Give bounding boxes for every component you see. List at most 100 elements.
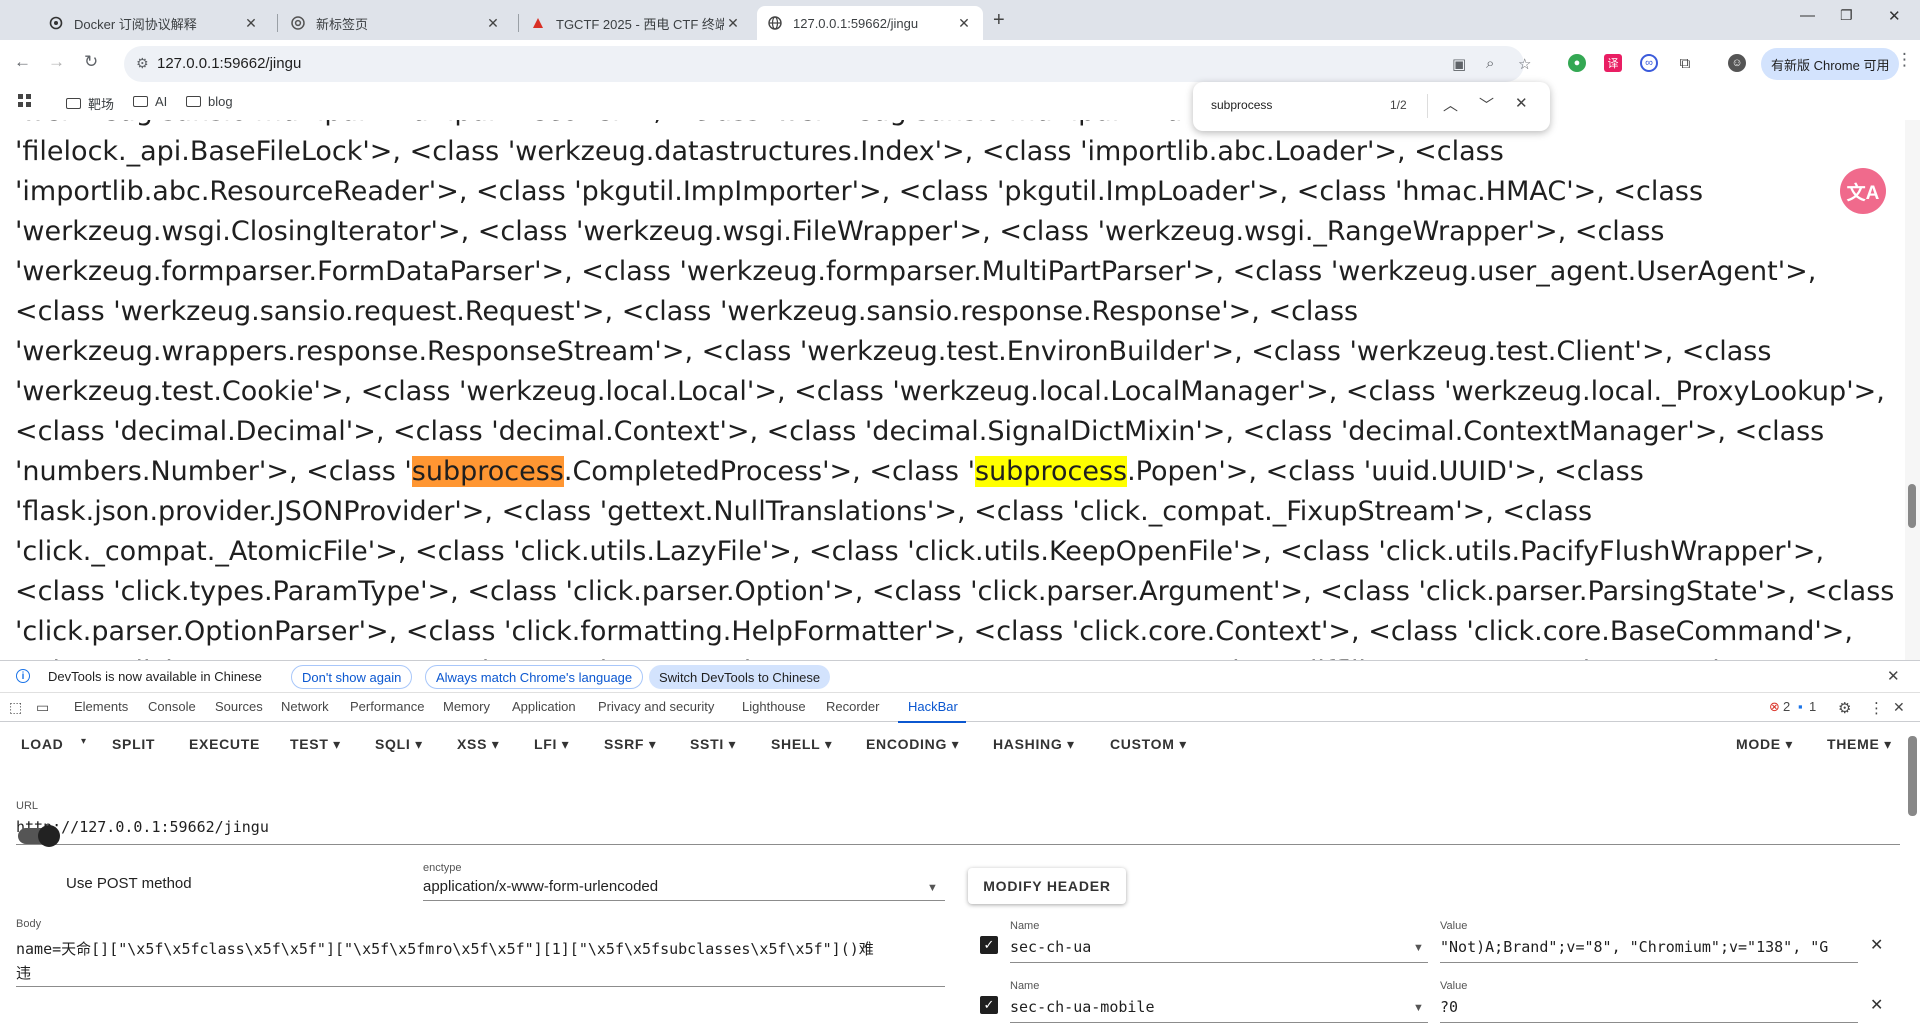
close-icon[interactable]: ✕ — [955, 14, 973, 32]
execute-button[interactable]: EXECUTE — [189, 736, 260, 752]
post-method-toggle[interactable] — [18, 825, 60, 847]
tab-recorder[interactable]: Recorder — [826, 699, 879, 714]
enctype-label: enctype — [423, 862, 462, 874]
body-input-line1[interactable]: name=天命[]["\x5f\x5fclass\x5f\x5f"]["\x5f… — [16, 938, 874, 959]
tab-docker[interactable]: Docker 订阅协议解释 ✕ — [38, 6, 270, 40]
scrollbar-thumb[interactable] — [1908, 484, 1916, 528]
update-chrome-button[interactable]: 有新版 Chrome 可用 — [1761, 48, 1900, 80]
header-enabled-checkbox[interactable]: ✓ — [980, 936, 998, 954]
reload-icon[interactable]: ↻ — [84, 52, 98, 72]
device-toolbar-icon[interactable]: ▭ — [36, 699, 49, 716]
menu-kebab-icon[interactable]: ⋮ — [1896, 50, 1913, 70]
message-icon[interactable]: ▪ — [1798, 699, 1803, 714]
error-icon[interactable]: ⊗ — [1769, 699, 1780, 715]
remove-header-icon[interactable]: ✕ — [1870, 995, 1883, 1015]
new-tab-icon[interactable]: + — [993, 9, 1005, 32]
bookmark-star-icon[interactable]: ☆ — [1518, 55, 1531, 73]
site-info-icon[interactable]: ⚙ — [136, 55, 149, 72]
ssrf-label: SSRF — [604, 736, 645, 752]
tab-console[interactable]: Console — [148, 699, 196, 714]
devtools-menu-icon[interactable]: ⋮ — [1869, 699, 1884, 717]
tab-lighthouse[interactable]: Lighthouse — [742, 699, 806, 714]
theme-menu[interactable]: THEME ▾ — [1827, 736, 1892, 753]
extension-green-icon[interactable]: ● — [1568, 54, 1586, 72]
custom-label: CUSTOM — [1110, 736, 1175, 752]
back-icon[interactable]: ← — [14, 52, 31, 72]
find-prev-icon[interactable]: ︿ — [1443, 94, 1458, 115]
inspect-element-icon[interactable]: ⬚ — [9, 699, 22, 716]
always-match-language-button[interactable]: Always match Chrome's language — [425, 665, 644, 689]
find-next-icon[interactable]: ﹀ — [1479, 94, 1494, 115]
apps-grid-icon[interactable] — [18, 94, 32, 108]
find-input[interactable]: subprocess — [1211, 98, 1272, 112]
tab-privacy-security[interactable]: Privacy and security — [598, 699, 714, 714]
error-count[interactable]: 2 — [1783, 699, 1790, 714]
encoding-menu[interactable]: ENCODING ▾ — [866, 736, 959, 753]
modify-header-button[interactable]: MODIFY HEADER — [968, 868, 1126, 904]
switch-to-chinese-button[interactable]: Switch DevTools to Chinese — [649, 665, 831, 689]
translate-float-icon[interactable]: 文A — [1840, 168, 1886, 214]
split-button[interactable]: SPLIT — [112, 736, 155, 752]
find-close-icon[interactable]: ✕ — [1515, 94, 1528, 112]
shell-menu[interactable]: SHELL ▾ — [771, 736, 832, 753]
bookmark-folder[interactable]: AI — [133, 94, 167, 109]
address-bar[interactable]: ⚙ 127.0.0.1:59662/jingu ▣ ⌕ ☆ — [124, 46, 1531, 82]
enctype-select[interactable]: application/x-www-form-urlencoded — [423, 878, 658, 895]
header-value-input[interactable]: ?0 — [1440, 998, 1458, 1016]
minimize-icon[interactable]: — — [1800, 7, 1815, 24]
profile-avatar[interactable]: ☺ — [1728, 54, 1746, 72]
load-dropdown-icon[interactable]: ▾ — [81, 736, 87, 747]
tab-network[interactable]: Network — [281, 699, 329, 714]
header-name-dropdown-icon[interactable]: ▼ — [1413, 942, 1424, 954]
tab-performance[interactable]: Performance — [350, 699, 424, 714]
sqli-menu[interactable]: SQLI ▾ — [375, 736, 423, 753]
zoom-icon[interactable]: ⌕ — [1486, 55, 1494, 72]
tab-sources[interactable]: Sources — [215, 699, 263, 714]
body-input-line2[interactable]: 违 — [16, 962, 31, 983]
ssrf-menu[interactable]: SSRF ▾ — [604, 736, 656, 753]
tab-jingu[interactable]: 127.0.0.1:59662/jingu ✕ — [757, 6, 983, 40]
tab-memory[interactable]: Memory — [443, 699, 490, 714]
devtools-close-icon[interactable]: ✕ — [1893, 699, 1905, 716]
tab-hackbar[interactable]: HackBar — [908, 699, 958, 714]
restore-icon[interactable]: ❐ — [1840, 7, 1853, 24]
close-window-icon[interactable]: ✕ — [1888, 7, 1901, 25]
find-in-page-icon[interactable]: ▣ — [1452, 55, 1466, 73]
tab-application[interactable]: Application — [512, 699, 576, 714]
extensions-puzzle-icon[interactable]: ⧉ — [1676, 54, 1694, 72]
settings-gear-icon[interactable]: ⚙ — [1838, 699, 1851, 717]
header-name-input[interactable]: sec-ch-ua — [1010, 938, 1091, 956]
bookmark-folder[interactable]: 靶场 — [66, 94, 114, 113]
tab-tgctf[interactable]: TGCTF 2025 - 西电 CTF 终端 ✕ — [520, 6, 752, 40]
tab-elements[interactable]: Elements — [74, 699, 128, 714]
tab-newtab[interactable]: 新标签页 ✕ — [280, 6, 512, 40]
hashing-menu[interactable]: HASHING ▾ — [993, 736, 1075, 753]
message-count[interactable]: 1 — [1809, 699, 1816, 714]
forward-icon[interactable]: → — [48, 52, 65, 72]
custom-menu[interactable]: CUSTOM ▾ — [1110, 736, 1187, 753]
enctype-dropdown-icon[interactable]: ▼ — [927, 882, 938, 894]
header-name-input[interactable]: sec-ch-ua-mobile — [1010, 998, 1155, 1016]
address-url[interactable]: 127.0.0.1:59662/jingu — [157, 55, 301, 72]
ssti-menu[interactable]: SSTI ▾ — [690, 736, 736, 753]
header-name-dropdown-icon[interactable]: ▼ — [1413, 1002, 1424, 1014]
notice-close-icon[interactable]: ✕ — [1887, 667, 1900, 685]
remove-header-icon[interactable]: ✕ — [1870, 935, 1883, 955]
load-button[interactable]: LOAD — [21, 736, 63, 752]
test-menu[interactable]: TEST ▾ — [290, 736, 341, 753]
close-icon[interactable]: ✕ — [724, 14, 742, 32]
close-icon[interactable]: ✕ — [242, 14, 260, 32]
bookmark-folder[interactable]: blog — [186, 94, 233, 109]
header-value-input[interactable]: "Not)A;Brand";v="8", "Chromium";v="138",… — [1440, 938, 1858, 956]
devtools-scrollbar[interactable] — [1908, 736, 1917, 816]
header-enabled-checkbox[interactable]: ✓ — [980, 996, 998, 1014]
find-bar: subprocess 1/2 ︿ ﹀ ✕ — [1193, 82, 1550, 131]
dont-show-again-button[interactable]: Don't show again — [291, 665, 413, 689]
xss-menu[interactable]: XSS ▾ — [457, 736, 499, 753]
mode-menu[interactable]: MODE ▾ — [1736, 736, 1793, 753]
extension-translate-icon[interactable]: 译 — [1604, 54, 1622, 72]
extension-hackbar-icon[interactable]: ∞ — [1640, 54, 1658, 72]
close-icon[interactable]: ✕ — [484, 14, 502, 32]
page-scrollbar[interactable] — [1905, 120, 1920, 660]
lfi-menu[interactable]: LFI ▾ — [534, 736, 569, 753]
